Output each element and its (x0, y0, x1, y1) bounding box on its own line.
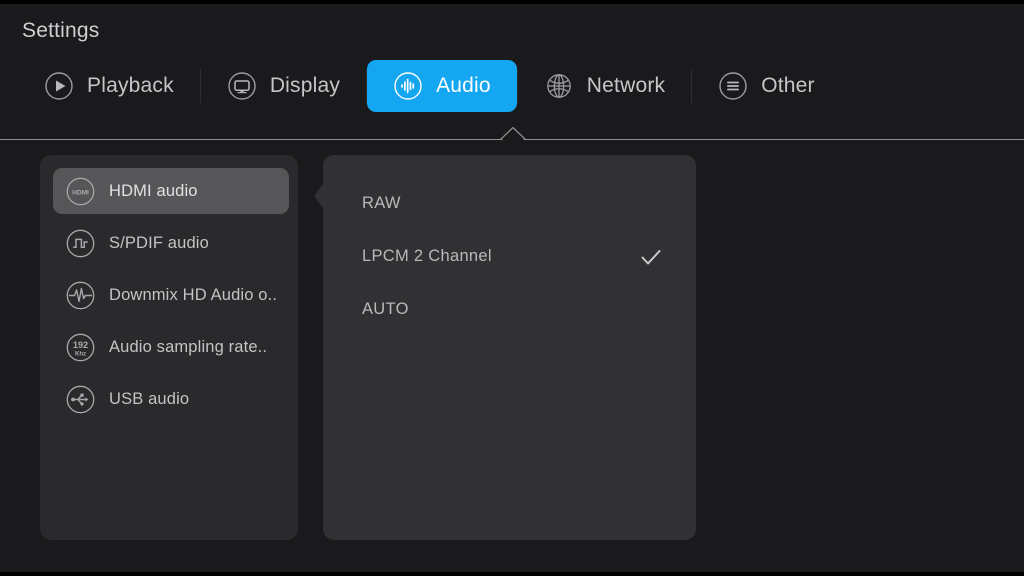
active-tab-caret-icon (500, 127, 526, 140)
sidebar-item-usb-audio[interactable]: USB audio (53, 376, 289, 422)
usb-icon (65, 384, 96, 415)
play-circle-icon (44, 71, 74, 101)
option-row-lpcm-2-channel-label: LPCM 2 Channel (362, 247, 492, 266)
sidebar-item-hdmi-audio-label: HDMI audio (109, 182, 198, 201)
sidebar-item-usb-audio-label: USB audio (109, 390, 189, 409)
192khz-icon: 192 Khz (65, 332, 96, 363)
sidebar-item-audio-sampling-rate-label: Audio sampling rate.. (109, 338, 267, 357)
audio-option-list: RAW LPCM 2 Channel AUTO (323, 177, 696, 336)
svg-text:HDMI: HDMI (72, 189, 89, 196)
settings-tabbar: Playback Display (0, 58, 1024, 114)
sidebar-item-downmix-hd-audio[interactable]: Downmix HD Audio o.. (53, 272, 289, 318)
option-row-auto[interactable]: AUTO (323, 283, 696, 336)
settings-screen: Settings Playback Display (0, 0, 1024, 576)
audio-settings-list-panel: HDMI HDMI audio S/PDIF audio Downmix HD … (40, 155, 298, 540)
sidebar-item-spdif-audio-label: S/PDIF audio (109, 234, 209, 253)
sidebar-item-audio-sampling-rate[interactable]: 192 Khz Audio sampling rate.. (53, 324, 289, 370)
check-icon (638, 244, 664, 270)
sidebar-item-spdif-audio[interactable]: S/PDIF audio (53, 220, 289, 266)
svg-text:Khz: Khz (75, 351, 86, 357)
option-row-raw[interactable]: RAW (323, 177, 696, 230)
spdif-icon (65, 228, 96, 259)
tab-audio[interactable]: Audio (367, 60, 517, 112)
svg-text:192: 192 (73, 340, 88, 350)
tab-audio-label: Audio (436, 74, 491, 98)
menu-circle-icon (718, 71, 748, 101)
tab-other[interactable]: Other (692, 60, 841, 112)
equalizer-circle-icon (393, 71, 423, 101)
option-row-lpcm-2-channel[interactable]: LPCM 2 Channel (323, 230, 696, 283)
tab-other-label: Other (761, 74, 815, 98)
tab-display[interactable]: Display (201, 60, 366, 112)
audio-settings-list: HDMI HDMI audio S/PDIF audio Downmix HD … (53, 168, 289, 428)
tab-playback-label: Playback (87, 74, 174, 98)
option-row-auto-label: AUTO (362, 300, 409, 319)
globe-icon (544, 71, 574, 101)
waveform-icon (65, 280, 96, 311)
tab-display-label: Display (270, 74, 340, 98)
audio-option-panel: RAW LPCM 2 Channel AUTO (323, 155, 696, 540)
tab-network-label: Network (587, 74, 665, 98)
letterbox-bottom (0, 572, 1024, 576)
tab-playback[interactable]: Playback (18, 60, 200, 112)
option-row-raw-label: RAW (362, 194, 401, 213)
sidebar-item-hdmi-audio[interactable]: HDMI HDMI audio (53, 168, 289, 214)
hdmi-icon: HDMI (65, 176, 96, 207)
tab-network[interactable]: Network (518, 60, 691, 112)
letterbox-top (0, 0, 1024, 4)
monitor-circle-icon (227, 71, 257, 101)
sidebar-item-downmix-hd-audio-label: Downmix HD Audio o.. (109, 286, 277, 305)
page-title: Settings (22, 19, 99, 43)
